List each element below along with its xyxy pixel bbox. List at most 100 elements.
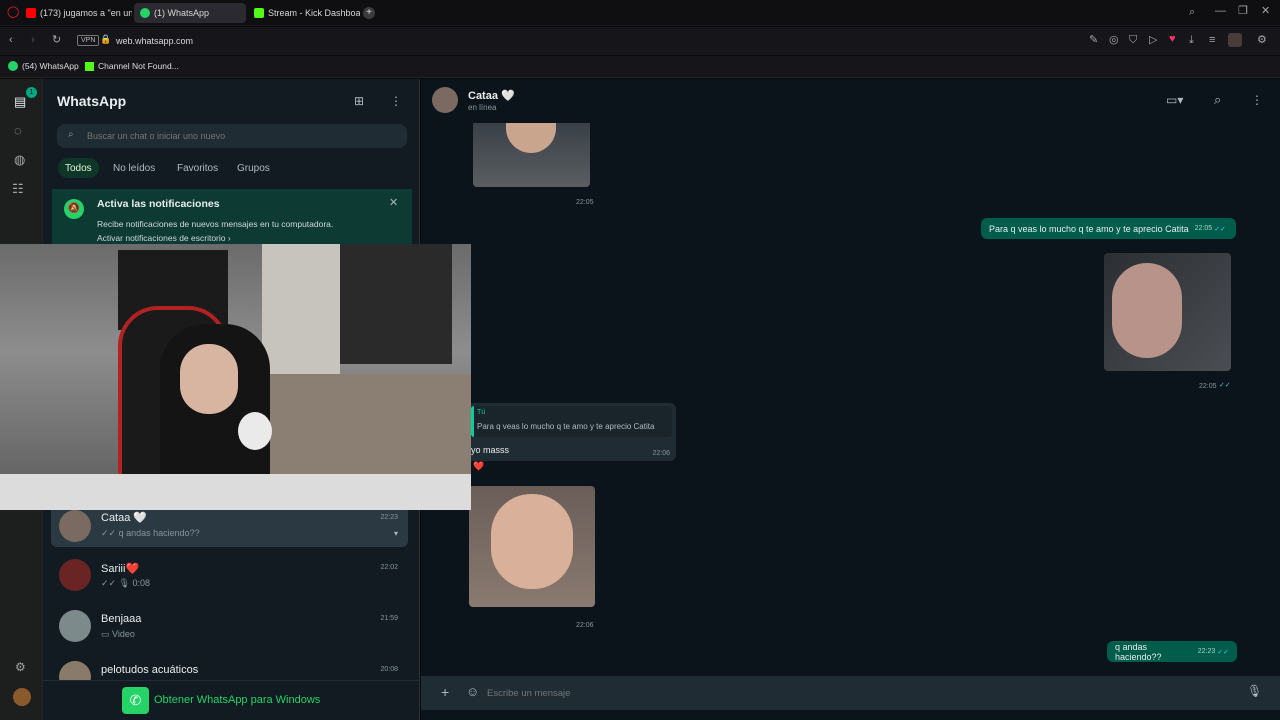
new-tab-icon[interactable]: + [363, 7, 375, 19]
kick-icon [254, 8, 264, 18]
webcam-overlay [0, 244, 471, 510]
get-app-footer[interactable]: ✆ Obtener WhatsApp para Windows [43, 680, 419, 720]
kick-icon [85, 61, 94, 71]
chat-preview: ✓✓ 🎙 0:08 [101, 578, 151, 588]
vpn-badge[interactable]: VPN [77, 35, 100, 46]
chat-name: Sariii❤️ [101, 563, 140, 575]
search-icon[interactable]: ⌕ [1214, 93, 1221, 106]
list-item[interactable]: Cataa 🤍 ✓✓ q andas haciendo?? 22:23 ▾ [51, 505, 408, 547]
message-time: 22:06 [652, 450, 670, 457]
search-tabs-icon[interactable]: ⌕ [1189, 7, 1195, 18]
emoji-icon[interactable]: ☺ [466, 685, 479, 698]
reaction-badge[interactable]: ❤️ [473, 461, 484, 472]
outgoing-message[interactable]: q andas haciendo?? 22:23 ✓✓ [1107, 641, 1237, 662]
video-call-icon[interactable]: ▭▾ [1166, 94, 1183, 106]
contact-name[interactable]: Cataa 🤍 [468, 89, 515, 102]
outgoing-message[interactable]: Para q veas lo mucho q te amo y te aprec… [981, 218, 1236, 239]
heart-icon[interactable]: ♥ [1169, 34, 1176, 45]
bookmark-kick[interactable]: Channel Not Found... [85, 61, 179, 71]
search-input[interactable] [87, 128, 387, 144]
channels-icon[interactable]: ◍ [14, 153, 25, 166]
download-icon[interactable]: ⤓ [1189, 35, 1194, 46]
incoming-reply-message[interactable]: Tú Para q veas lo mucho q te amo y te ap… [467, 403, 676, 461]
bookmark-label: Channel Not Found... [98, 61, 179, 71]
image-message[interactable] [1104, 253, 1231, 371]
youtube-icon [26, 8, 36, 18]
address-bar-row: ‹ › ↻ VPN 🔒 web.whatsapp.com ✎ ◎ ⛉ ▷ ♥ ⤓… [0, 27, 1280, 55]
new-chat-icon[interactable]: ⊞ [354, 95, 364, 107]
message-text: yo masss [471, 445, 510, 455]
back-icon[interactable]: ‹ [9, 35, 13, 46]
communities-icon[interactable]: ☷ [12, 182, 24, 195]
settings-icon[interactable]: ⚙ [15, 661, 26, 673]
tab-whatsapp[interactable]: (1) WhatsApp [134, 3, 246, 23]
message-time: 22:06 [576, 622, 594, 629]
bookmark-whatsapp[interactable]: (54) WhatsApp [8, 61, 79, 71]
camera-icon[interactable]: ◎ [1109, 35, 1119, 46]
image-message[interactable] [469, 486, 595, 607]
filter-chip-unread[interactable]: No leídos [106, 158, 162, 178]
message-text: Para q veas lo mucho q te amo y te aprec… [989, 223, 1189, 234]
menu-icon[interactable]: ≡ [1209, 35, 1215, 46]
person-face [180, 344, 238, 414]
filter-chip-todos[interactable]: Todos [58, 158, 99, 178]
photo [506, 123, 556, 153]
whatsapp-icon: ✆ [122, 687, 149, 714]
microphone-icon[interactable]: 🎙 [1247, 685, 1262, 697]
chat-name: pelotudos acuáticos [101, 664, 199, 676]
tab-kick[interactable]: Stream - Kick Dashboard [248, 3, 360, 23]
filter-chip-favorites[interactable]: Favoritos [170, 158, 225, 178]
message-time: 22:23 [1197, 648, 1216, 655]
search-icon: ⌕ [68, 129, 74, 140]
chats-icon[interactable]: ▤ [14, 95, 26, 108]
restore-icon[interactable]: ❐ [1238, 6, 1248, 17]
quoted-message[interactable]: Tú Para q veas lo mucho q te amo y te ap… [471, 406, 672, 437]
lock-icon: 🔒 [100, 34, 112, 44]
play-icon[interactable]: ▷ [1149, 35, 1157, 46]
more-options-icon[interactable]: ⋮ [390, 95, 402, 107]
more-options-icon[interactable]: ⋮ [1251, 94, 1263, 106]
avatar [59, 559, 91, 591]
tab-youtube[interactable]: (173) jugamos a "en una c [20, 3, 132, 23]
chat-preview: ✓✓ q andas haciendo?? [101, 528, 200, 538]
whatsapp-icon [140, 8, 150, 18]
unread-badge: 1 [26, 87, 37, 98]
chevron-down-icon[interactable]: ▾ [394, 530, 398, 538]
profile-avatar[interactable] [1228, 33, 1242, 47]
tab-label: (173) jugamos a "en una c [40, 8, 132, 18]
close-window-icon[interactable]: ✕ [1261, 6, 1270, 17]
sidebar-title: WhatsApp [57, 93, 127, 109]
filter-chip-groups[interactable]: Grupos [230, 158, 277, 178]
quote-author: Tú [477, 409, 486, 416]
settings-icon[interactable]: ⚙ [1257, 35, 1267, 46]
chat-time: 22:02 [380, 564, 398, 571]
read-receipt-icon: ✓✓ [1214, 225, 1226, 233]
image-message[interactable] [473, 123, 590, 187]
opera-logo-icon[interactable]: ◯ [7, 7, 19, 18]
notification-link[interactable]: Activar notificaciones de escritorio › [97, 233, 231, 243]
minimize-icon[interactable]: — [1215, 6, 1226, 17]
bed [270, 374, 471, 484]
edit-icon[interactable]: ✎ [1089, 35, 1098, 46]
profile-avatar[interactable] [13, 688, 31, 706]
attach-plus-icon[interactable]: + [441, 685, 449, 699]
status-icon[interactable]: ◌ [14, 124, 22, 137]
list-item[interactable]: Benjaaa ▭ Video 21:59 [51, 607, 408, 649]
read-receipt-icon: ✓✓ [1219, 382, 1231, 389]
contact-avatar[interactable] [432, 87, 458, 113]
list-item[interactable]: Sariii❤️ ✓✓ 🎙 0:08 22:02 [51, 556, 408, 598]
chat-time: 20:08 [380, 666, 398, 673]
reload-icon[interactable]: ↻ [52, 35, 61, 46]
url-text[interactable]: web.whatsapp.com [116, 36, 193, 46]
search-box[interactable]: ⌕ [57, 124, 407, 148]
close-icon[interactable]: ✕ [389, 198, 398, 209]
chat-time: 21:59 [380, 615, 398, 622]
dark-doorway [340, 244, 452, 364]
bookmarks-bar: (54) WhatsApp Channel Not Found... [0, 56, 1280, 78]
read-receipt-icon: ✓✓ [1217, 648, 1229, 656]
shield-icon[interactable]: ⛉ [1129, 35, 1137, 46]
message-input[interactable] [487, 684, 1227, 702]
avatar [59, 610, 91, 642]
chat-preview: ▭ Video [101, 629, 135, 639]
forward-icon[interactable]: › [31, 35, 35, 46]
